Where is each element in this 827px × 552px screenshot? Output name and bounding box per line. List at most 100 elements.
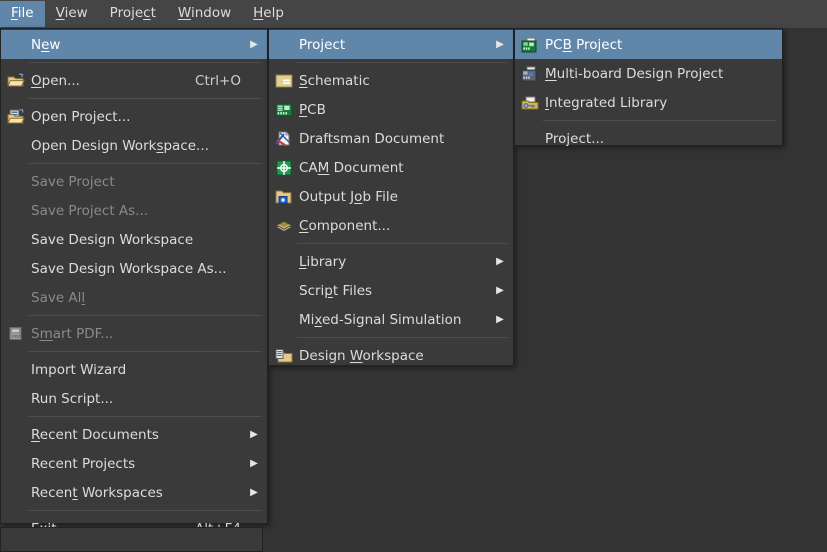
menu-item-label: Mixed-Signal Simulation	[299, 311, 462, 328]
menu-item-label: Import Wizard	[31, 361, 127, 378]
menu-item-icon-placeholder	[1, 135, 31, 157]
menu-item-component[interactable]: Component...	[269, 211, 513, 240]
menu-item-label: Recent Projects	[31, 455, 136, 472]
menu-item-integrated-library[interactable]: Integrated Library	[515, 88, 782, 117]
menu-item-library[interactable]: Library ▶	[269, 247, 513, 276]
menu-separator	[297, 62, 507, 63]
menu-item-design-workspace[interactable]: Design Workspace	[269, 341, 513, 370]
menu-item-icon-placeholder	[269, 309, 299, 331]
menu-item-label: PCB Project	[545, 36, 623, 53]
menu-item-label: Draftsman Document	[299, 130, 445, 147]
menu-item-icon-placeholder	[515, 128, 545, 150]
menu-item-project[interactable]: Project ▶	[269, 30, 513, 59]
open-folder-icon	[1, 70, 31, 92]
menu-item-label: Script Files	[299, 282, 373, 299]
menu-item-icon-placeholder	[1, 34, 31, 56]
menubar-item-file[interactable]: File	[0, 1, 45, 27]
menu-item-icon-placeholder	[269, 251, 299, 273]
menu-item-label: Save All	[31, 289, 86, 306]
submenu-arrow-icon: ▶	[496, 313, 504, 325]
menubar-item-help[interactable]: Help	[242, 1, 295, 27]
file-menu-popup: New ▶ Open... Ctrl+O Open Project... Open D…	[0, 28, 268, 537]
menu-item-label: Save Project	[31, 173, 115, 190]
menu-item-save-project-as[interactable]: Save Project As...	[1, 196, 267, 225]
menu-separator	[29, 510, 261, 511]
menu-item-schematic[interactable]: Schematic	[269, 66, 513, 95]
menubar: File View Project Window Help	[0, 0, 827, 28]
menu-item-pcb[interactable]: PCB	[269, 95, 513, 124]
pcb-icon	[269, 99, 299, 121]
menu-item-icon-placeholder	[1, 229, 31, 251]
submenu-arrow-icon: ▶	[250, 428, 258, 440]
outputjob-icon	[269, 186, 299, 208]
menu-item-label: Project	[299, 36, 346, 53]
menu-item-cam-document[interactable]: CAM Document	[269, 153, 513, 182]
menu-item-label: Output Job File	[299, 188, 398, 205]
menubar-item-view[interactable]: View	[45, 1, 99, 27]
menu-item-icon-placeholder	[1, 453, 31, 475]
svg-text:PDF: PDF	[12, 334, 21, 339]
menu-item-label: Recent Documents	[31, 426, 159, 443]
menubar-item-project[interactable]: Project	[99, 1, 167, 27]
menu-separator	[29, 98, 261, 99]
menu-item-recent-documents[interactable]: Recent Documents ▶	[1, 420, 267, 449]
menu-item-label: Open Project...	[31, 108, 131, 125]
menu-item-open-design-workspace[interactable]: Open Design Workspace...	[1, 131, 267, 160]
menu-item-pcb-project[interactable]: PCB Project	[515, 30, 782, 59]
menubar-item-window[interactable]: Window	[167, 1, 242, 27]
menu-item-label: Save Project As...	[31, 202, 149, 219]
menu-item-import-wizard[interactable]: Import Wizard	[1, 355, 267, 384]
menu-item-save-project[interactable]: Save Project	[1, 167, 267, 196]
menu-item-save-design-workspace[interactable]: Save Design Workspace	[1, 225, 267, 254]
menu-separator	[29, 416, 261, 417]
cam-icon	[269, 157, 299, 179]
menu-separator	[29, 163, 261, 164]
menu-item-label: Run Script...	[31, 390, 114, 407]
menu-item-icon-placeholder	[1, 424, 31, 446]
draftsman-icon	[269, 128, 299, 150]
menu-item-save-design-workspace-as[interactable]: Save Design Workspace As...	[1, 254, 267, 283]
menu-item-icon-placeholder	[1, 482, 31, 504]
menu-item-label: CAM Document	[299, 159, 404, 176]
menu-item-label: Open...	[31, 72, 80, 89]
menu-item-label: PCB	[299, 101, 326, 118]
menu-item-script-files[interactable]: Script Files ▶	[269, 276, 513, 305]
menu-separator	[29, 351, 261, 352]
menu-item-draftsman-document[interactable]: Draftsman Document	[269, 124, 513, 153]
new-submenu-popup: Project ▶ Schematic PCB Draftsman Documen…	[268, 28, 514, 366]
menu-item-save-all[interactable]: Save All	[1, 283, 267, 312]
menu-separator	[29, 62, 261, 63]
menu-item-icon-placeholder	[1, 388, 31, 410]
menu-item-project[interactable]: Project...	[515, 124, 782, 153]
menu-item-label: Design Workspace	[299, 347, 424, 364]
menu-item-new[interactable]: New ▶	[1, 30, 267, 59]
menu-item-recent-workspaces[interactable]: Recent Workspaces ▶	[1, 478, 267, 507]
menu-item-multi-board-design-project[interactable]: Multi-board Design Project	[515, 59, 782, 88]
submenu-arrow-icon: ▶	[496, 284, 504, 296]
project-submenu-popup: PCB Project Multi-board Design Project I…	[514, 28, 783, 147]
menu-item-run-script[interactable]: Run Script...	[1, 384, 267, 413]
menu-separator	[297, 243, 507, 244]
menu-item-label: Save Design Workspace	[31, 231, 194, 248]
menu-item-open[interactable]: Open... Ctrl+O	[1, 66, 267, 95]
menu-item-label: Open Design Workspace...	[31, 137, 209, 154]
menu-separator	[297, 337, 507, 338]
menu-item-label: Save Design Workspace As...	[31, 260, 227, 277]
smart-pdf-icon: PDF	[1, 323, 31, 345]
menu-item-label: Recent Workspaces	[31, 484, 163, 501]
menu-item-open-project[interactable]: Open Project...	[1, 102, 267, 131]
background-panel	[0, 527, 263, 552]
menu-item-shortcut: Ctrl+O	[195, 72, 241, 89]
menu-item-output-job-file[interactable]: Output Job File	[269, 182, 513, 211]
menu-item-recent-projects[interactable]: Recent Projects ▶	[1, 449, 267, 478]
menu-item-mixed-signal-simulation[interactable]: Mixed-Signal Simulation ▶	[269, 305, 513, 334]
menu-item-icon-placeholder	[1, 171, 31, 193]
open-project-icon	[1, 106, 31, 128]
pcb-project-icon	[515, 34, 545, 56]
menu-item-label: Project...	[545, 130, 605, 147]
menu-item-smart-pdf[interactable]: PDF Smart PDF...	[1, 319, 267, 348]
submenu-arrow-icon: ▶	[250, 486, 258, 498]
menu-item-label: Component...	[299, 217, 391, 234]
submenu-arrow-icon: ▶	[496, 255, 504, 267]
menu-item-icon-placeholder	[269, 280, 299, 302]
